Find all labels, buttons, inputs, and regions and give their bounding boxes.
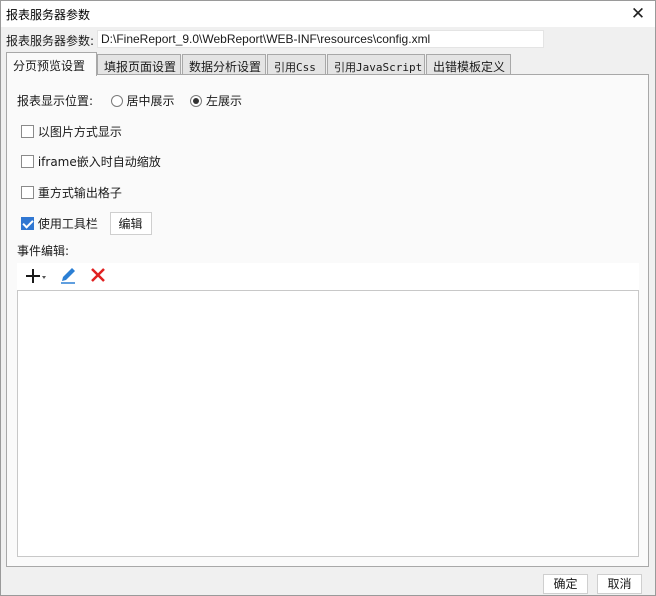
ok-button[interactable]: 确定 — [543, 574, 588, 594]
tab-ref-css[interactable]: 引用Css — [267, 54, 326, 75]
tab-fill-page[interactable]: 填报页面设置 — [97, 54, 181, 75]
checkbox-row-image: 以图片方式显示 — [21, 123, 122, 140]
server-path-label: 报表服务器参数: — [6, 34, 95, 48]
radio-center[interactable] — [110, 95, 123, 107]
radio-left-label[interactable]: 左展示 — [206, 94, 242, 108]
delete-x-icon[interactable] — [87, 266, 109, 286]
server-path-field[interactable]: D:\FineReport_9.0\WebReport\WEB-INF\reso… — [97, 30, 544, 48]
tab-pagination-preview[interactable]: 分页预览设置 — [6, 52, 97, 76]
event-label: 事件编辑: — [17, 244, 70, 258]
use-toolbar-label[interactable]: 使用工具栏 — [38, 217, 98, 231]
tab-ref-javascript[interactable]: 引用JavaScript — [327, 54, 425, 75]
position-row: 报表显示位置: 居中展示 左展示 — [17, 92, 242, 109]
add-icon[interactable] — [23, 266, 49, 286]
tab-panel: 报表显示位置: 居中展示 左展示 以图片方式显示 iframe嵌入时自动缩放 重… — [6, 74, 649, 567]
tab-data-analysis[interactable]: 数据分析设置 — [182, 54, 266, 75]
event-toolbar — [17, 263, 639, 290]
close-icon[interactable]: ✕ — [627, 3, 649, 25]
checkbox-row-iframe: iframe嵌入时自动缩放 — [21, 153, 161, 170]
dialog-title: 报表服务器参数 — [6, 8, 91, 22]
toolbar-edit-button[interactable]: 编辑 — [109, 212, 152, 235]
position-label: 报表显示位置: — [17, 94, 94, 108]
checkbox-row-grid: 重方式输出格子 — [21, 184, 122, 201]
checkbox-row-toolbar: 使用工具栏 编辑 — [21, 212, 152, 235]
tab-error-template[interactable]: 出错模板定义 — [426, 54, 511, 75]
server-params-dialog: 报表服务器参数 ✕ 报表服务器参数: D:\FineReport_9.0\Web… — [0, 0, 656, 596]
cancel-button[interactable]: 取消 — [597, 574, 642, 594]
radio-center-label[interactable]: 居中展示 — [127, 94, 175, 108]
iframe-zoom-checkbox[interactable] — [21, 155, 34, 168]
event-list[interactable] — [17, 290, 639, 557]
edit-pencil-icon[interactable] — [57, 266, 79, 286]
iframe-zoom-label[interactable]: iframe嵌入时自动缩放 — [38, 155, 161, 169]
image-display-label[interactable]: 以图片方式显示 — [38, 125, 122, 139]
radio-left[interactable] — [190, 95, 203, 107]
image-display-checkbox[interactable] — [21, 125, 34, 138]
grid-output-checkbox[interactable] — [21, 186, 34, 199]
grid-output-label[interactable]: 重方式输出格子 — [38, 186, 122, 200]
use-toolbar-checkbox[interactable] — [21, 217, 34, 230]
title-bar: 报表服务器参数 ✕ — [1, 1, 655, 27]
